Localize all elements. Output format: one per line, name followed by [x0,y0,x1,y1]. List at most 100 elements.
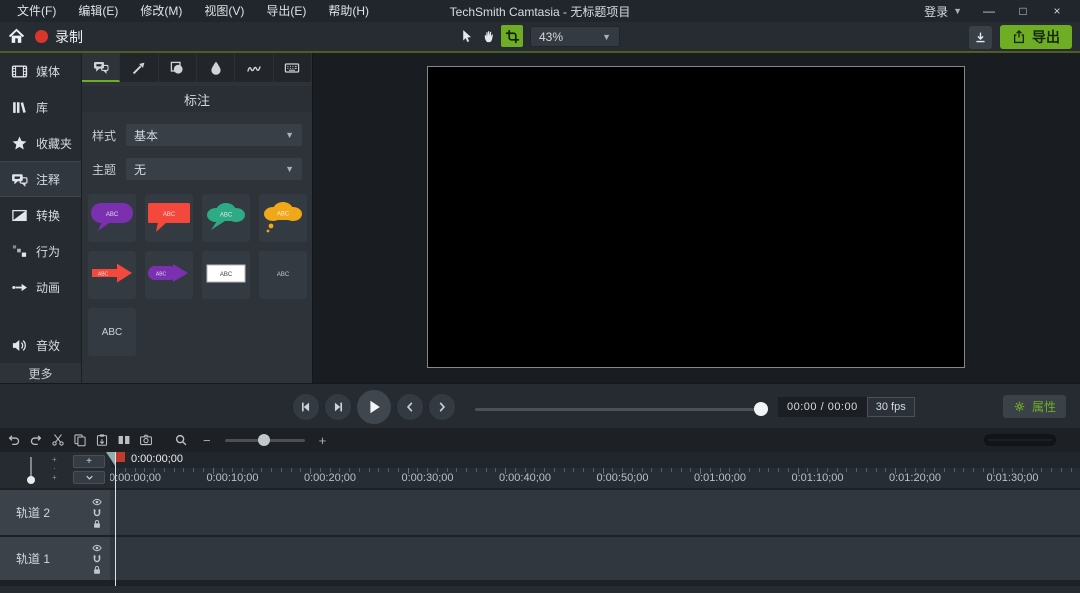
callout-thought-cloud[interactable]: ABC [259,194,307,242]
redo-button[interactable] [27,431,44,449]
tab-blur[interactable] [197,53,236,82]
collapse-tracks-button[interactable] [73,471,105,484]
properties-button[interactable]: 属性 [1002,395,1066,418]
ruler-tick [758,468,760,472]
menu-item[interactable]: 编辑(E) [67,0,129,22]
sidebar-item-audio[interactable]: 音效 [0,327,81,363]
timeline-toolbar: − + [0,428,1080,452]
menu-item[interactable]: 视图(V) [193,0,255,22]
canvas[interactable] [427,66,965,368]
previous-frame-button[interactable] [293,393,319,420]
timeline-ruler[interactable]: 0:00:00;00 0:00:10;00 0:00:20;00 0:00:30;00… [110,452,1080,488]
sidebar-item-transition[interactable]: 转换 [0,197,81,233]
chevron-down-icon: ▼ [953,6,962,16]
close-button[interactable]: × [1040,0,1074,22]
callout-bubble-round[interactable]: ABC [88,194,136,242]
home-icon[interactable] [8,28,25,45]
callout-cloud[interactable]: ABC [202,194,250,242]
ruler-tick [573,468,575,472]
copy-button[interactable] [71,431,88,449]
callout-arrow-pill[interactable]: ABC [145,251,193,299]
cut-button[interactable] [49,431,66,449]
callout-shape: ABC [102,327,123,338]
timeline-zoom-out-button[interactable]: − [203,434,211,447]
menu-item[interactable]: 修改(M) [129,0,193,22]
timeline-zoom-slider-thumb[interactable] [257,433,270,446]
timeline-horizontal-scrollbar[interactable] [984,434,1056,446]
star-icon [12,135,27,149]
track-height-slider[interactable] [24,457,38,484]
callout-bubble-rect[interactable]: ABC [145,194,193,242]
scrubber[interactable] [475,402,768,416]
track-eye-toggle[interactable] [92,497,102,507]
login-button[interactable]: 登录 ▼ [914,3,972,20]
sidebar-item-behavior[interactable]: 行为 [0,233,81,269]
sidebar-item-media[interactable]: 媒体 [0,53,81,89]
download-button[interactable] [969,25,992,49]
callout-arrow[interactable]: ABC [88,251,136,299]
tab-keystroke[interactable] [274,53,312,82]
next-button[interactable] [429,393,455,420]
track-magnet-toggle[interactable] [92,554,102,564]
maximize-button[interactable]: □ [1006,0,1040,22]
play-button[interactable] [357,389,391,424]
track-eye-toggle[interactable] [92,543,102,553]
paste-button[interactable] [93,431,110,449]
magnet-icon [93,554,101,562]
ruler-tick [787,468,789,472]
callout-text-plain[interactable]: ABC [259,251,307,299]
ruler-label: 0:00:30;00 [401,472,454,484]
record-button[interactable]: 录制 [35,27,83,47]
callout-text-box[interactable]: ABC [202,251,250,299]
crop-tool-button[interactable] [501,25,523,47]
ruler-tick [261,468,263,472]
pan-tool-button[interactable] [478,25,500,47]
split-button[interactable] [115,431,132,449]
sidebar-item-star[interactable]: 收藏夹 [0,125,81,161]
lock-icon [94,565,100,574]
sidebar-item-library[interactable]: 库 [0,89,81,125]
scrubber-thumb[interactable] [754,402,768,416]
screenshot-button[interactable] [137,431,154,449]
tab-callouts[interactable] [82,53,121,82]
undo-button[interactable] [5,431,22,449]
tab-arrows[interactable] [120,53,159,82]
add-track-button[interactable]: + [73,455,105,468]
style-select[interactable]: 基本 ▼ [126,124,302,146]
timeline-zoom-in-button[interactable]: + [319,434,327,447]
export-button[interactable]: 导出 [1000,25,1072,49]
ruler-tick [1060,468,1062,472]
annotations-panel: 标注 样式 基本 ▼ 主题 无 ▼ ABC ABC ABC ABC ABC ABC ABC A… [82,53,313,383]
track-lane[interactable] [110,537,1080,580]
cursor-tool-button[interactable] [455,25,477,47]
menu-item[interactable]: 帮助(H) [317,0,380,22]
callout-text-large[interactable]: ABC [88,308,136,356]
sidebar-item-annotation[interactable]: 注释 [0,161,81,197]
menu-item[interactable]: 文件(F) [6,0,67,22]
track-lock-toggle[interactable] [92,565,102,575]
playhead-out-handle[interactable] [116,452,125,462]
theme-select[interactable]: 无 ▼ [126,158,302,180]
callout-shape: ABC [277,272,290,278]
magnifier-icon[interactable] [172,431,189,449]
track-header[interactable]: 轨道 2 [0,490,110,535]
magnet-icon [93,508,101,516]
sidebar-more-button[interactable]: 更多 [0,363,81,383]
editor-stage [313,53,1080,383]
minimize-button[interactable]: — [972,0,1006,22]
menu-item[interactable]: 导出(E) [255,0,317,22]
playhead[interactable] [106,452,125,586]
previous-button[interactable] [397,393,423,420]
track-magnet-toggle[interactable] [92,508,102,518]
callout-shape: ABC [206,264,246,283]
tab-shapes[interactable] [159,53,197,82]
next-frame-button[interactable] [325,393,351,420]
sidebar-item-animation[interactable]: 动画 [0,269,81,305]
track-lock-toggle[interactable] [92,519,102,529]
track-lane[interactable] [110,490,1080,535]
canvas-zoom-select[interactable]: 43% ▼ [530,26,620,47]
ruler-tick [397,468,399,472]
timeline-zoom-slider[interactable] [224,433,305,446]
tab-sketch-motion[interactable] [235,53,274,82]
track-header[interactable]: 轨道 1 [0,537,110,580]
